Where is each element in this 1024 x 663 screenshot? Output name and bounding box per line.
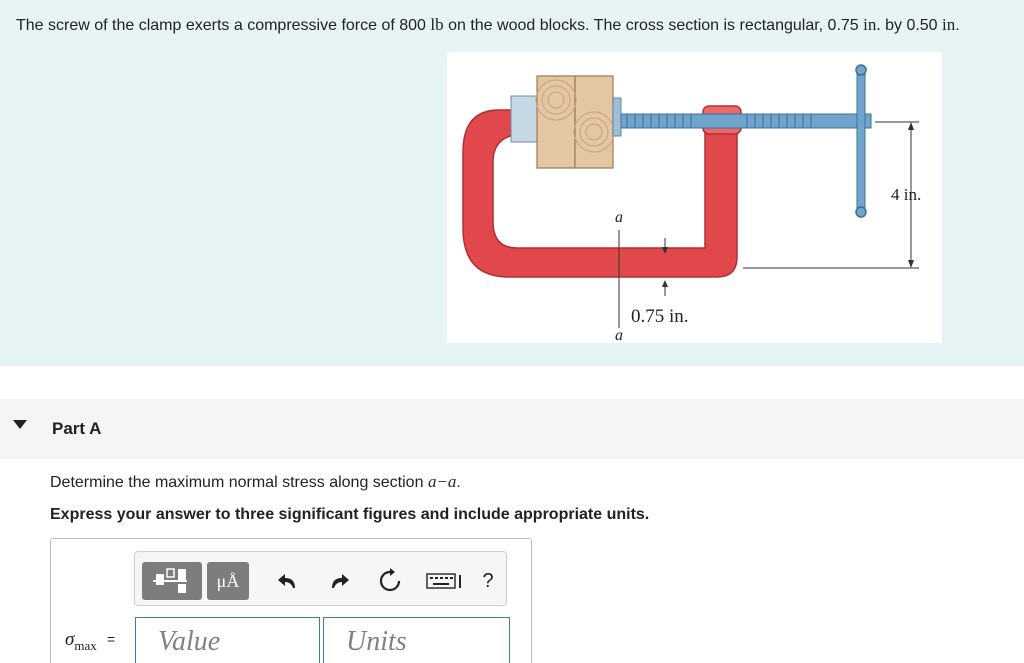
math-toolbar: μÅ ? [134, 551, 507, 606]
part-title: Part A [52, 419, 102, 438]
collapse-caret-icon[interactable] [13, 420, 27, 429]
units-input[interactable]: Units [323, 617, 510, 663]
section-label-a-bottom: a [615, 327, 623, 343]
t-handle [856, 69, 866, 213]
value-input[interactable]: Value [135, 617, 320, 663]
equals-sign: = [107, 631, 116, 647]
answer-box: μÅ ? σmax = Value Units [50, 538, 532, 663]
units-button[interactable]: μÅ [207, 562, 249, 600]
problem-statement-panel: The screw of the clamp exerts a compress… [0, 0, 1024, 366]
help-icon[interactable]: ? [473, 566, 503, 596]
wood-block-left [536, 75, 576, 169]
dimension-label-width: 0.75 in. [631, 306, 689, 327]
sigma-max-label: σmax [65, 629, 97, 653]
part-a-header[interactable]: Part A [0, 399, 1024, 459]
keyboard-icon[interactable] [425, 566, 465, 596]
question-text: Determine the maximum normal stress alon… [50, 472, 461, 491]
screw-pad [612, 97, 622, 137]
wood-block-right [574, 75, 614, 169]
answer-instruction: Express your answer to three significant… [50, 506, 650, 523]
reset-icon[interactable] [375, 566, 405, 596]
templates-icon [153, 568, 187, 593]
redo-icon[interactable] [324, 566, 354, 596]
clamp-figure: 4 in. a a 0.75 in. [447, 52, 942, 343]
clamp-jaw-pad [510, 95, 538, 143]
section-label-a-top: a [615, 209, 623, 226]
undo-icon[interactable] [273, 566, 303, 596]
templates-button[interactable] [142, 562, 202, 600]
dimension-label-height: 4 in. [891, 185, 921, 204]
problem-text: The screw of the clamp exerts a compress… [16, 15, 960, 34]
